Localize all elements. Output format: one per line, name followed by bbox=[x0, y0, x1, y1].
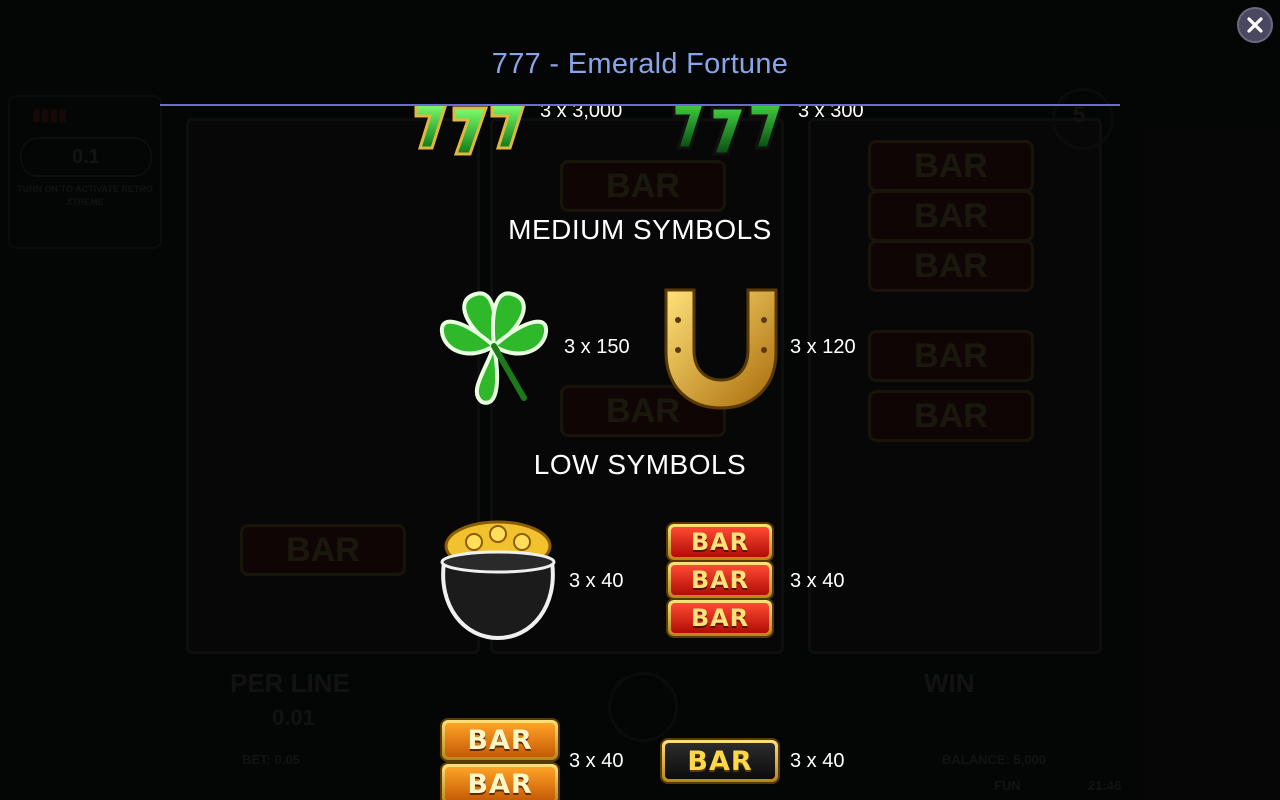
bar-plate: BAR bbox=[442, 764, 558, 800]
bar-plate: BAR bbox=[662, 740, 778, 782]
bar-label: BAR bbox=[445, 723, 555, 757]
close-icon bbox=[1247, 17, 1263, 33]
medium-symbols-title: MEDIUM SYMBOLS bbox=[508, 214, 772, 245]
bar-label: BAR bbox=[671, 603, 769, 633]
payout-horseshoe: 3 x 120 bbox=[790, 336, 856, 358]
bar-plate: BAR bbox=[668, 562, 772, 598]
payout-pot-of-gold: 3 x 40 bbox=[569, 570, 624, 592]
bar-plate: BAR bbox=[668, 600, 772, 636]
page-title: 777 - Emerald Fortune bbox=[491, 48, 789, 80]
close-button[interactable] bbox=[1237, 7, 1273, 43]
payout-single-bar: 3 x 40 bbox=[790, 750, 845, 772]
bar-label: BAR bbox=[445, 767, 555, 800]
triple-bar-icon: BAR BAR BAR bbox=[668, 524, 772, 636]
payout-triple-bar: 3 x 40 bbox=[790, 570, 845, 592]
horseshoe-icon bbox=[664, 288, 778, 410]
single-bar-icon: BAR bbox=[662, 740, 778, 782]
gold-sevens-icon bbox=[414, 106, 525, 156]
bar-label: BAR bbox=[671, 527, 769, 557]
bar-plate: BAR bbox=[442, 720, 558, 760]
paytable-content[interactable]: 3 x 3,000 3 x 300 MEDIUM SYMBOLS 3 x 150… bbox=[0, 106, 1280, 800]
paytable-header: 777 - Emerald Fortune bbox=[0, 0, 1280, 106]
bar-label: BAR bbox=[671, 565, 769, 595]
payout-green-sevens: 3 x 300 bbox=[798, 106, 864, 122]
low-symbols-title: LOW SYMBOLS bbox=[533, 449, 747, 480]
clover-icon bbox=[439, 291, 549, 405]
green-sevens-icon bbox=[672, 106, 783, 156]
bar-plate: BAR bbox=[668, 524, 772, 560]
bar-label: BAR bbox=[665, 743, 775, 779]
payout-gold-sevens: 3 x 3,000 bbox=[540, 106, 623, 122]
double-bar-icon: BAR BAR bbox=[442, 720, 558, 800]
payout-clover: 3 x 150 bbox=[564, 336, 630, 358]
payout-double-bar: 3 x 40 bbox=[569, 750, 624, 772]
pot-of-gold-icon bbox=[440, 520, 556, 641]
